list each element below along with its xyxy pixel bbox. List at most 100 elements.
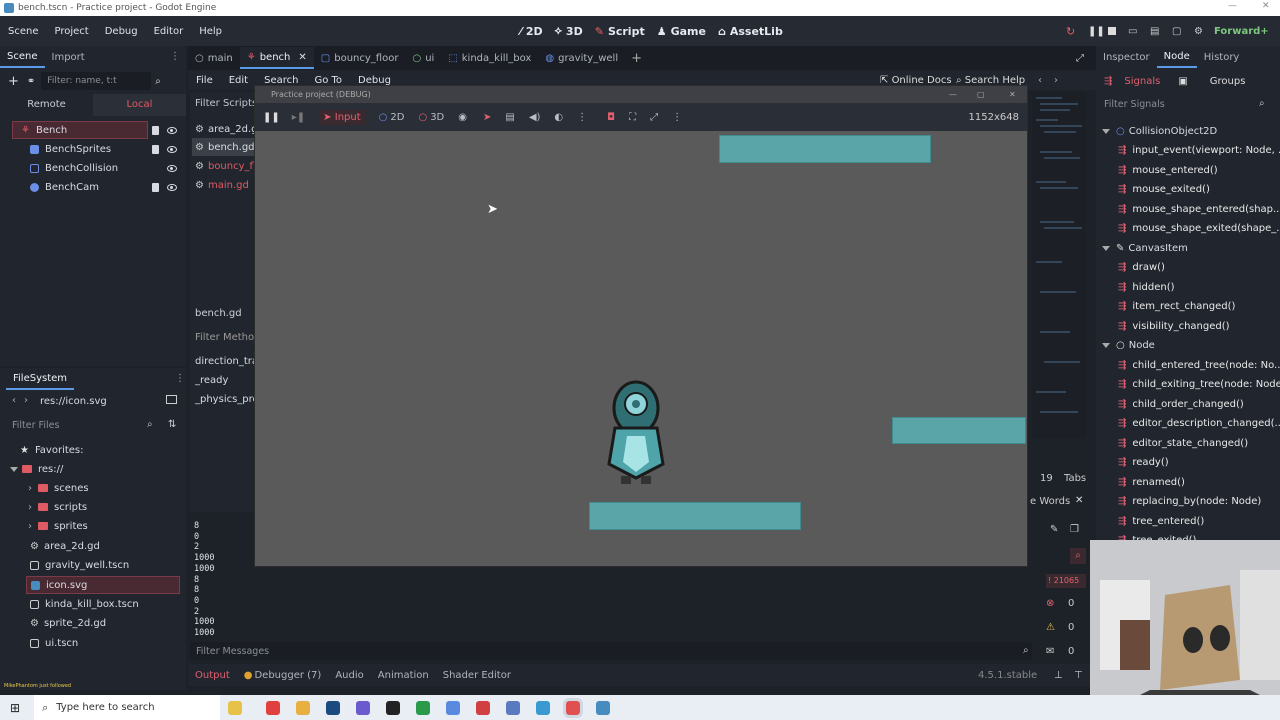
file-item[interactable]: gravity_well.tscn [30, 556, 129, 574]
signals-toggle[interactable]: Signals [1124, 76, 1160, 87]
back-icon[interactable]: ‹ [12, 395, 16, 406]
file-item[interactable]: ⚙ sprite_2d.gd [30, 614, 106, 632]
game-maximize-icon[interactable]: ▢ [977, 90, 985, 99]
visibility-eye-icon[interactable] [167, 184, 177, 191]
workspace-3d[interactable]: ⟡ 3D [549, 24, 589, 38]
pin-icon[interactable]: ⊥ [1054, 670, 1063, 681]
signal-item[interactable]: ⇶ renamed() [1118, 473, 1185, 491]
tab-filesystem[interactable]: FileSystem [6, 368, 75, 390]
filter-messages-input[interactable]: Filter Messages [190, 642, 1032, 660]
godot-icon[interactable] [596, 700, 611, 715]
expand-panel-icon[interactable]: ⊤ [1074, 670, 1083, 681]
menu-project[interactable]: Project [47, 26, 97, 37]
error-filter-icon[interactable]: ⊗ [1046, 598, 1054, 609]
signal-item[interactable]: ⇶ child_exiting_tree(node: Node) [1118, 376, 1280, 394]
settings-icon[interactable]: ⚙ [1194, 26, 1203, 37]
filter-search-icon[interactable]: ⌕ [1070, 548, 1086, 564]
signal-item[interactable]: ⇶ ready() [1118, 454, 1169, 472]
movie-icon[interactable]: ▤ [1150, 26, 1159, 37]
workspace-2d[interactable]: ⁄ 2D [514, 24, 549, 38]
filter-files-input[interactable]: Filter Files [6, 415, 160, 435]
script-menu-file[interactable]: File [188, 75, 221, 86]
tab-node[interactable]: Node [1156, 46, 1197, 68]
method-item[interactable]: _ready [195, 371, 228, 389]
game-window[interactable]: Practice project (DEBUG) — ▢ ✕ ❚❚ ▸❚ ➤ I… [254, 85, 1028, 567]
more-options-icon[interactable]: ⋮ [672, 112, 682, 123]
add-tab-icon[interactable]: + [631, 51, 642, 66]
signal-item[interactable]: ⇶ child_order_changed() [1118, 395, 1244, 413]
script-menu-debug[interactable]: Debug [350, 75, 399, 86]
app-icon[interactable] [476, 700, 491, 715]
game-close-icon[interactable]: ✕ [1009, 90, 1016, 99]
local-toggle[interactable]: Local [93, 94, 186, 116]
tab-audio[interactable]: Audio [328, 664, 370, 686]
signal-item[interactable]: ⇶ replacing_by(node: Node) [1118, 493, 1261, 511]
file-item[interactable]: ⚙ area_2d.gd [30, 537, 100, 555]
steam-icon[interactable] [326, 700, 341, 715]
app-icon[interactable] [536, 700, 551, 715]
script-attached-icon[interactable] [152, 126, 159, 135]
code-minimap[interactable] [1032, 92, 1086, 438]
next-script-icon[interactable]: › [1054, 75, 1058, 86]
filter-signals-input[interactable]: Filter Signals [1098, 94, 1276, 114]
more-menu-icon[interactable]: ⋮ [577, 112, 587, 123]
signal-item[interactable]: ⇶ mouse_shape_entered(shap... [1118, 200, 1280, 218]
editor-tab-bouncy-floor[interactable]: ▢ bouncy_floor [314, 47, 406, 69]
script-item[interactable]: ⚙ bouncy_fl [195, 157, 256, 175]
script-menu-goto[interactable]: Go To [306, 75, 350, 86]
visibility-eye-icon[interactable]: ◉ [458, 112, 467, 123]
minimize-icon[interactable]: — [1228, 1, 1237, 11]
tab-output[interactable]: Output [188, 664, 237, 686]
pause-game-icon[interactable]: ❚❚ [263, 112, 280, 123]
app-icon[interactable] [416, 700, 431, 715]
windows-start-icon[interactable]: ⊞ [10, 701, 20, 715]
signal-item[interactable]: ⇶ tree_entered() [1118, 512, 1204, 530]
path-field[interactable]: res://icon.svg [40, 396, 107, 407]
menu-dots-icon[interactable]: ⋮ [175, 373, 185, 384]
file-item-selected[interactable]: icon.svg [26, 576, 180, 594]
tab-scene[interactable]: Scene [0, 46, 45, 68]
tab-debugger[interactable]: ● Debugger (7) [237, 664, 329, 686]
folder-item[interactable]: › scenes [28, 479, 89, 497]
indent-mode[interactable]: Tabs [1064, 473, 1086, 484]
visibility-eye-icon[interactable] [167, 146, 177, 153]
app-icon[interactable] [563, 697, 584, 718]
script-menu-edit[interactable]: Edit [221, 75, 256, 86]
error-counter[interactable]: ! 21065 [1046, 574, 1086, 588]
tab-inspector[interactable]: Inspector [1096, 46, 1157, 68]
select-mode-icon[interactable]: ➤ [483, 112, 491, 123]
signal-item[interactable]: ⇶ mouse_exited() [1118, 181, 1210, 199]
whole-words-toggle[interactable]: e Words [1030, 496, 1070, 507]
tab-animation[interactable]: Animation [371, 664, 436, 686]
menu-scene[interactable]: Scene [0, 26, 47, 37]
workspace-game[interactable]: ♟ Game [651, 24, 712, 38]
tab-shader-editor[interactable]: Shader Editor [436, 664, 518, 686]
camera-override-icon[interactable]: ◐ [554, 112, 563, 123]
visibility-eye-icon[interactable] [167, 165, 177, 172]
signal-section-header[interactable]: ○ CollisionObject2D [1102, 122, 1217, 140]
editor-tab-gravity-well[interactable]: ◍ gravity_well [538, 47, 625, 69]
warning-filter-icon[interactable]: ⚠ [1046, 622, 1055, 633]
taskbar-search[interactable]: ⌕ Type here to search [34, 695, 221, 720]
next-frame-icon[interactable]: ▸❚ [292, 112, 305, 123]
list-select-icon[interactable]: ▤ [505, 112, 514, 123]
mode-3d-toggle[interactable]: ○ 3D [418, 112, 444, 123]
signal-item[interactable]: ⇶ item_rect_changed() [1118, 298, 1235, 316]
signal-item[interactable]: ⇶ mouse_entered() [1118, 161, 1218, 179]
remote-debug-icon[interactable]: ▭ [1128, 26, 1137, 37]
signal-item[interactable]: ⇶ child_entered_tree(node: No... [1118, 356, 1280, 374]
menu-debug[interactable]: Debug [97, 26, 146, 37]
link-icon[interactable]: ⚭ [27, 76, 35, 87]
tab-history[interactable]: History [1197, 46, 1247, 68]
reload-icon[interactable]: ↻ [1066, 25, 1075, 38]
script-menu-search[interactable]: Search [256, 75, 306, 86]
game-minimize-icon[interactable]: — [949, 90, 957, 99]
keep-aspect-icon[interactable]: ⛶ [629, 112, 636, 123]
file-item[interactable]: ui.tscn [30, 634, 78, 652]
copy-icon[interactable]: ❐ [1070, 524, 1079, 535]
editor-tab-main[interactable]: ○ main [188, 47, 240, 69]
signal-item[interactable]: ⇶ hidden() [1118, 278, 1175, 296]
script-attached-icon[interactable] [152, 145, 159, 154]
distraction-free-icon[interactable]: ⤢ [1076, 53, 1084, 64]
pause-icon[interactable]: ❚❚ [1088, 26, 1105, 37]
